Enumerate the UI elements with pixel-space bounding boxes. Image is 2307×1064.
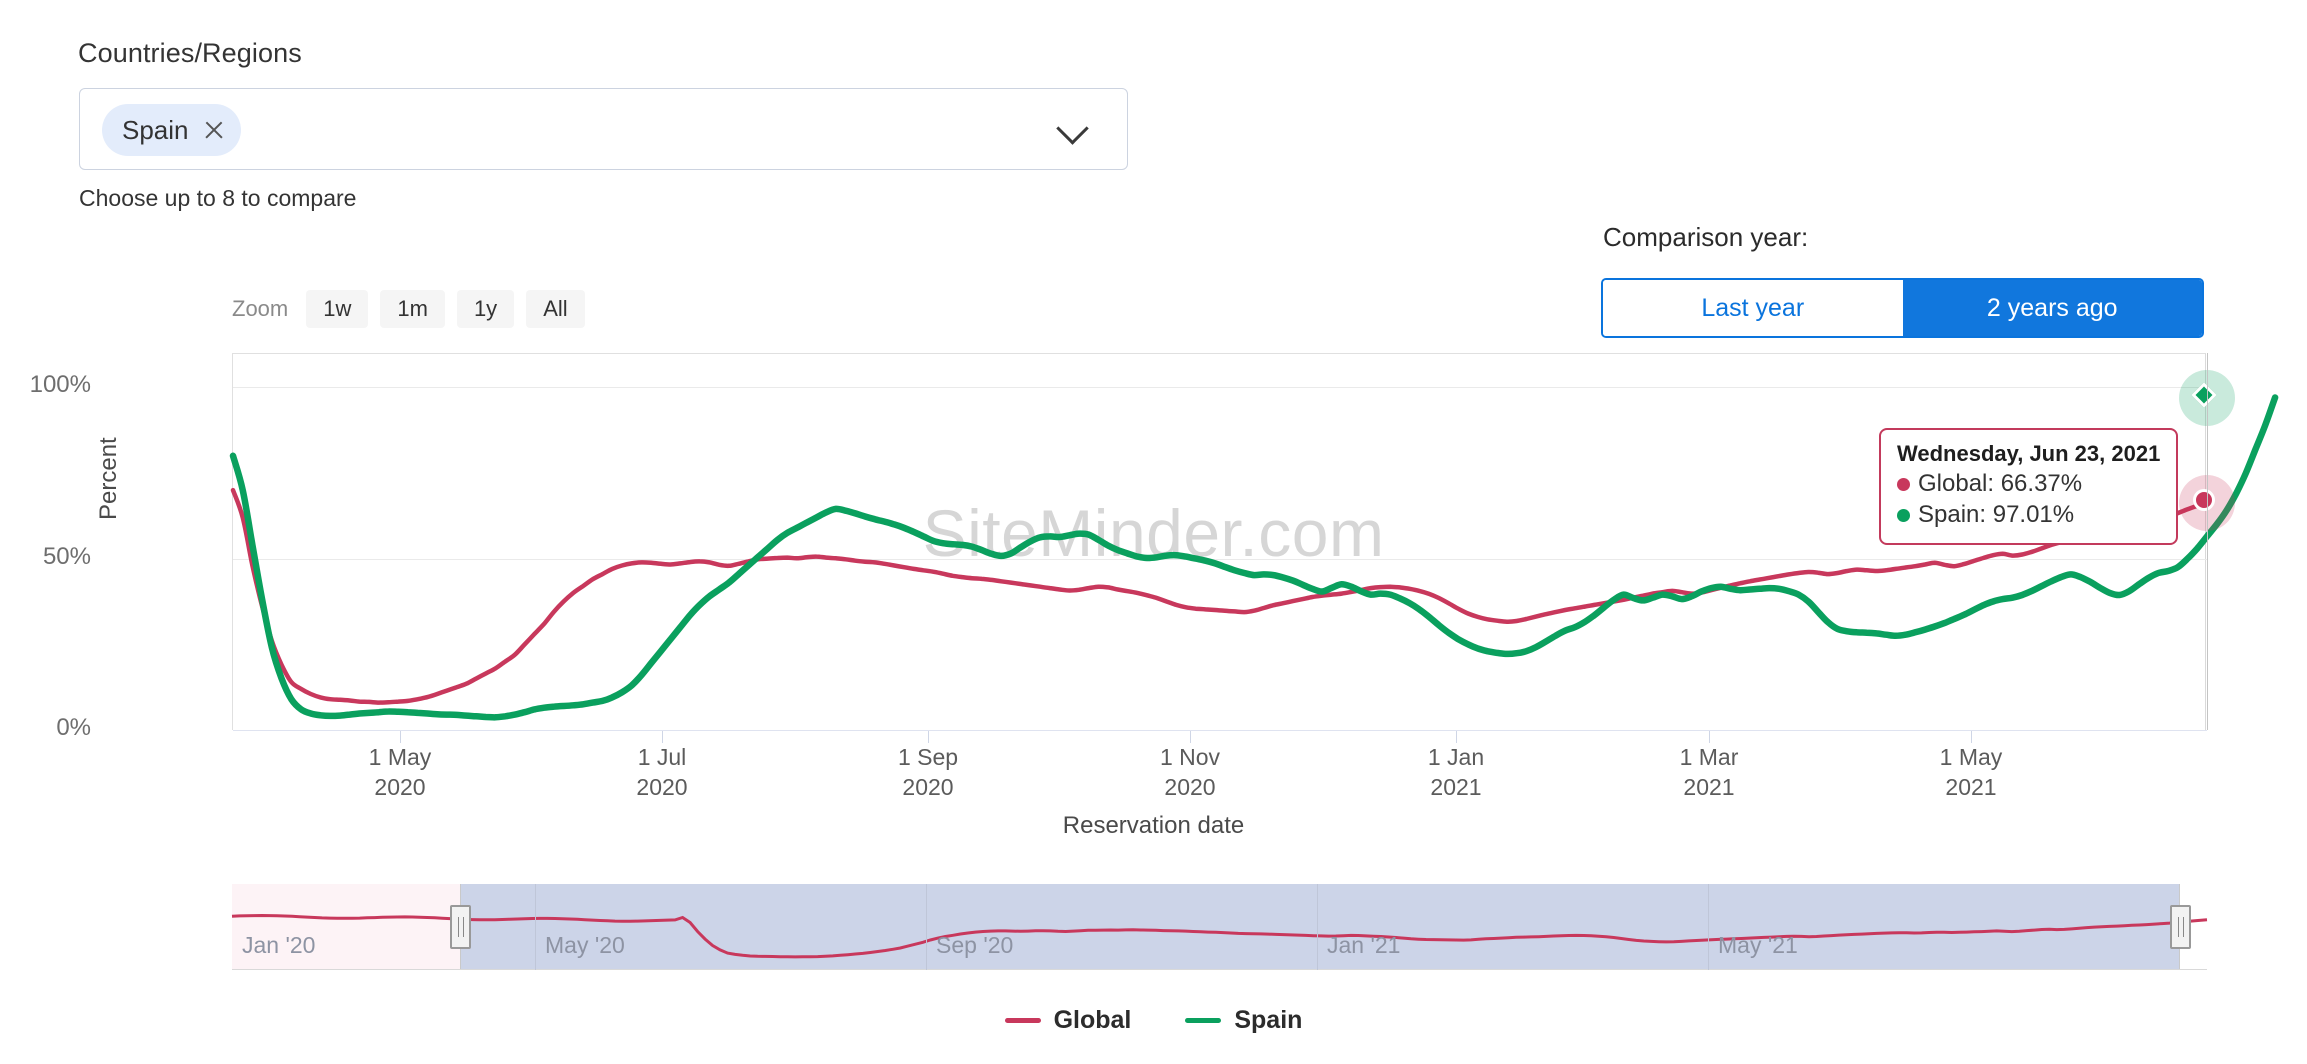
navigator-tick <box>926 884 927 970</box>
tooltip-dot-spain <box>1897 508 1910 522</box>
navigator-tick-label: Sep '20 <box>936 932 1014 958</box>
chart-legend: Global Spain <box>0 1006 2307 1035</box>
tooltip-date: Wednesday, Jun 23, 2021 <box>1897 441 2161 466</box>
navigator-handle-left[interactable] <box>450 905 471 949</box>
chart-navigator[interactable]: Jan '20 May '20 Sep '20 Jan '21 May '21 <box>231 884 2208 970</box>
navigator-tick-label: Jan '21 <box>1327 932 1401 958</box>
tooltip-dot-global <box>1897 477 1910 491</box>
navigator-series-line <box>231 913 2208 959</box>
navigator-tick <box>1708 884 1709 970</box>
navigator-tick <box>535 884 536 970</box>
tooltip-row-global: Global: 66.37% <box>1897 469 2160 500</box>
navigator-tick-label: May '20 <box>545 932 625 958</box>
legend-label-global: Global <box>1053 1006 1132 1034</box>
legend-label-spain: Spain <box>1234 1006 1303 1034</box>
legend-swatch-spain <box>1185 1018 1222 1023</box>
navigator-tick-label: Jan '20 <box>242 932 316 958</box>
endpoint-marker-global[interactable] <box>2193 488 2215 511</box>
legend-swatch-global <box>1004 1018 1041 1023</box>
navigator-tick-label: May '21 <box>1718 932 1798 958</box>
chart-tooltip: Wednesday, Jun 23, 2021 Global: 66.37% S… <box>1879 428 2179 546</box>
legend-item-spain[interactable]: Spain <box>1185 1006 1302 1035</box>
legend-item-global[interactable]: Global <box>1004 1006 1132 1035</box>
tooltip-row-spain: Spain: 97.01% <box>1897 500 2160 531</box>
navigator-tick <box>1317 884 1318 970</box>
tooltip-text-spain: Spain: 97.01% <box>1918 500 2075 528</box>
crosshair-line <box>2207 353 2208 730</box>
dashboard-page: Countries/Regions Spain Choose up to 8 t… <box>0 0 2307 1064</box>
tooltip-text-global: Global: 66.37% <box>1918 470 2083 497</box>
navigator-line-global <box>231 913 2208 959</box>
navigator-handle-right[interactable] <box>2170 905 2191 949</box>
